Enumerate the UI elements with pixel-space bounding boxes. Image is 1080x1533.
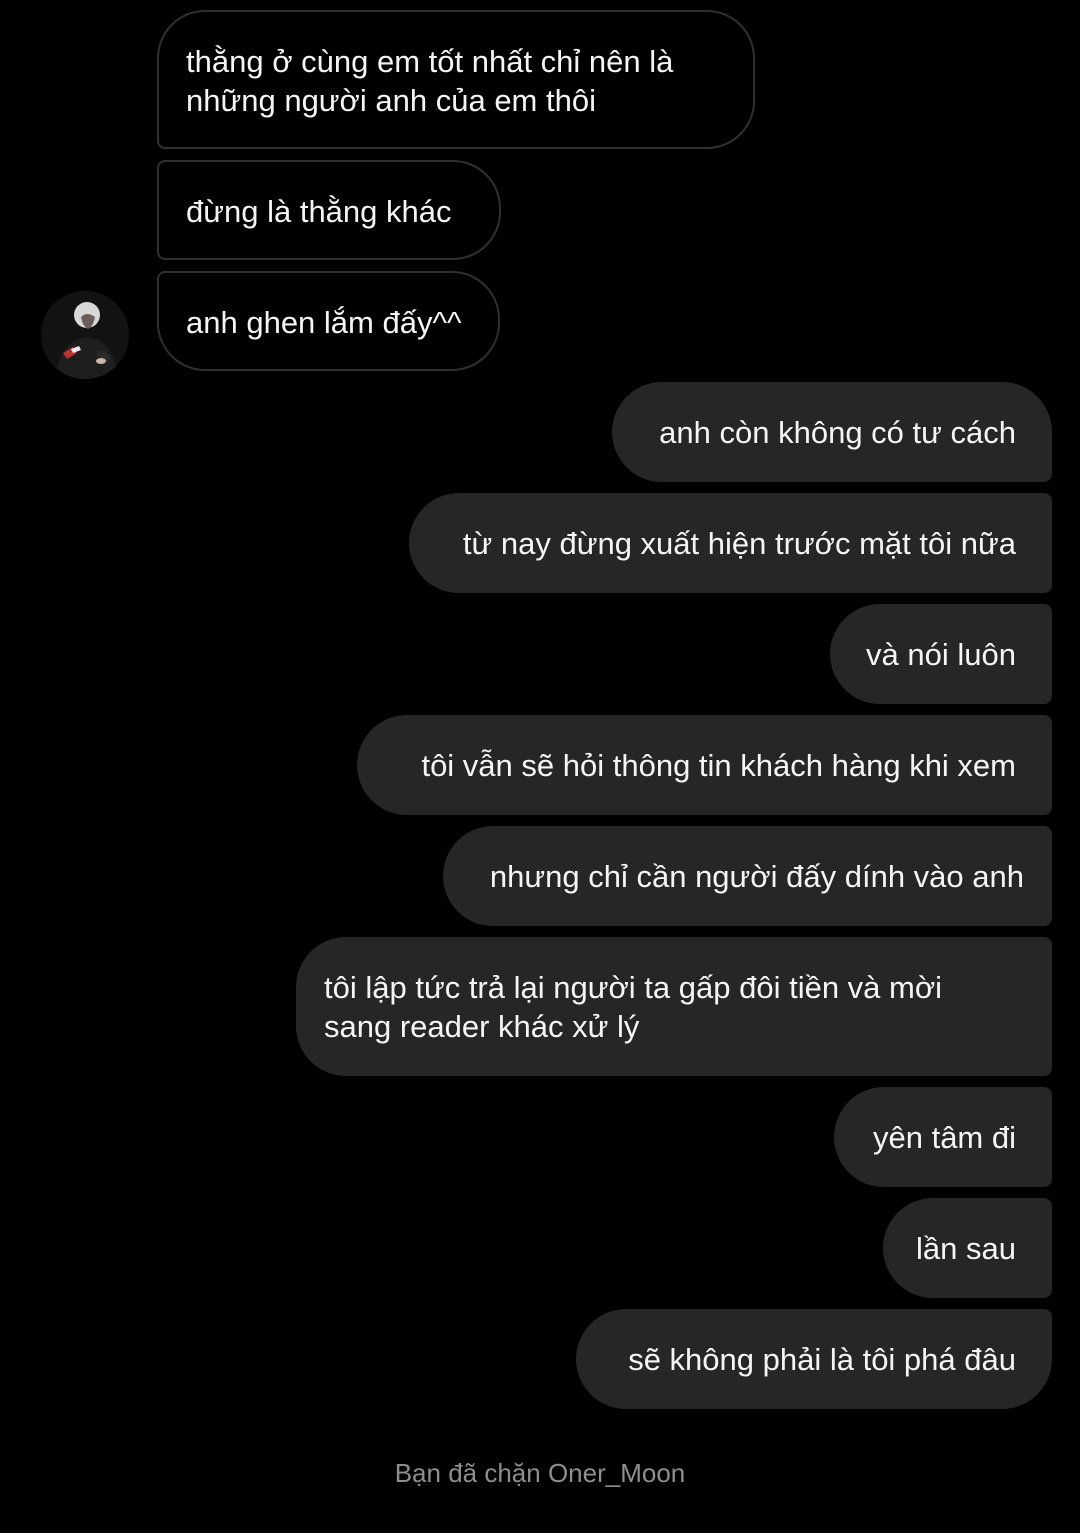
message-text: anh còn không có tư cách xyxy=(659,415,1016,450)
incoming-message[interactable]: đừng là thằng khác xyxy=(157,160,501,260)
incoming-message[interactable]: anh ghen lắm đấy^^ xyxy=(157,271,500,371)
outgoing-message[interactable]: yên tâm đi xyxy=(834,1087,1052,1187)
message-text: nhưng chỉ cần người đấy dính vào anh xyxy=(489,859,1024,894)
outgoing-message[interactable]: từ nay đừng xuất hiện trước mặt tôi nữa xyxy=(409,493,1052,593)
message-text: và nói luôn xyxy=(866,637,1016,672)
message-text: tôi vẫn sẽ hỏi thông tin khách hàng khi … xyxy=(421,748,1016,783)
outgoing-message[interactable]: và nói luôn xyxy=(830,604,1052,704)
outgoing-message[interactable]: lần sau xyxy=(883,1198,1052,1298)
outgoing-message[interactable]: tôi vẫn sẽ hỏi thông tin khách hàng khi … xyxy=(357,715,1052,815)
message-text: đừng là thằng khác xyxy=(186,194,452,229)
outgoing-message[interactable]: sẽ không phải là tôi phá đâu xyxy=(576,1309,1052,1409)
message-text: sẽ không phải là tôi phá đâu xyxy=(628,1342,1016,1377)
message-text: thằng ở cùng em tốt nhất chỉ nên là xyxy=(186,44,674,79)
message-text: từ nay đừng xuất hiện trước mặt tôi nữa xyxy=(462,526,1016,561)
incoming-message[interactable]: thằng ở cùng em tốt nhất chỉ nên là nhữn… xyxy=(157,10,755,149)
outgoing-message[interactable]: tôi lập tức trả lại người ta gấp đôi tiề… xyxy=(296,937,1052,1076)
message-text: anh ghen lắm đấy^^ xyxy=(186,305,462,340)
outgoing-message[interactable]: nhưng chỉ cần người đấy dính vào anh xyxy=(443,826,1052,926)
contact-avatar[interactable] xyxy=(41,291,129,379)
message-text: tôi lập tức trả lại người ta gấp đôi tiề… xyxy=(324,970,943,1005)
blocked-notice: Bạn đã chặn Oner_Moon xyxy=(394,1458,686,1488)
message-text: những người anh của em thôi xyxy=(186,83,596,118)
message-text: lần sau xyxy=(916,1231,1016,1266)
user-avatar-icon xyxy=(41,291,129,379)
outgoing-message[interactable]: anh còn không có tư cách xyxy=(612,382,1052,482)
message-thread[interactable]: thằng ở cùng em tốt nhất chỉ nên là nhữn… xyxy=(0,0,1080,1533)
message-text: sang reader khác xử lý xyxy=(324,1009,640,1044)
message-text: yên tâm đi xyxy=(872,1120,1016,1155)
